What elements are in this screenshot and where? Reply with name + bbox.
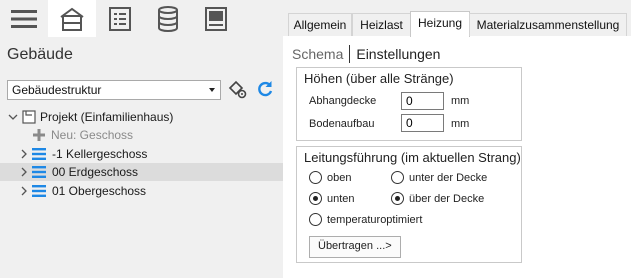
floor-icon bbox=[32, 185, 46, 197]
building-view-button[interactable] bbox=[48, 0, 96, 37]
bodenaufbau-input[interactable] bbox=[401, 114, 444, 132]
project-icon bbox=[22, 110, 36, 124]
building-icon bbox=[60, 7, 84, 31]
tree-floor-row[interactable]: 01 Obergeschoss bbox=[0, 182, 283, 200]
report-icon bbox=[205, 6, 227, 31]
floor-icon bbox=[32, 166, 46, 178]
panel-title: Gebäude bbox=[7, 46, 73, 63]
refresh-icon[interactable] bbox=[256, 79, 274, 99]
radio-ueber-der-decke[interactable]: über der Decke bbox=[391, 192, 484, 205]
tree-root-label: Projekt (Einfamilienhaus) bbox=[40, 110, 174, 124]
radio-temperaturoptimiert[interactable]: temperaturoptimiert bbox=[309, 213, 422, 226]
subtab-einstellungen[interactable]: Einstellungen bbox=[356, 46, 440, 62]
list-view-button[interactable] bbox=[96, 0, 144, 37]
chevron-right-icon[interactable] bbox=[19, 186, 29, 196]
main-toolbar bbox=[0, 0, 283, 37]
list-icon bbox=[109, 6, 131, 31]
heights-group-title: Höhen (über alle Stränge) bbox=[304, 71, 454, 86]
tree-floor-label: 00 Erdgeschoss bbox=[52, 165, 139, 179]
report-view-button[interactable] bbox=[192, 0, 240, 37]
tab-materialzusammenstellung[interactable]: Materialzusammenstellung bbox=[469, 13, 627, 36]
structure-select[interactable]: Gebäudestruktur bbox=[7, 80, 221, 100]
radio-unter-der-decke[interactable]: unter der Decke bbox=[391, 171, 487, 184]
structure-select-value: Gebäudestruktur bbox=[12, 83, 102, 97]
radio-ueber-der-decke-label: über der Decke bbox=[409, 192, 485, 205]
routing-group: Leitungsführung (im aktuellen Strang) ob… bbox=[296, 146, 522, 263]
subtab-schema[interactable]: Schema bbox=[292, 46, 343, 62]
radio-oben[interactable]: oben bbox=[309, 171, 351, 184]
menu-button[interactable] bbox=[0, 0, 48, 37]
abhangdecke-label: Abhangdecke bbox=[309, 95, 377, 107]
bodenaufbau-unit: mm bbox=[451, 118, 470, 130]
tree-floor-row[interactable]: -1 Kellergeschoss bbox=[0, 145, 283, 163]
subtab-divider bbox=[349, 45, 351, 63]
properties-panel: Allgemein Heizlast Heizung Materialzusam… bbox=[283, 0, 631, 278]
radio-circle[interactable] bbox=[309, 213, 322, 226]
tab-allgemein[interactable]: Allgemein bbox=[288, 13, 352, 36]
radio-circle[interactable] bbox=[391, 171, 404, 184]
floor-icon bbox=[32, 148, 46, 160]
app-window: Gebäude Gebäudestruktur Projekt (Einfami… bbox=[0, 0, 631, 278]
radio-temperaturoptimiert-label: temperaturoptimiert bbox=[327, 213, 423, 226]
tree-floor-label: -1 Kellergeschoss bbox=[52, 147, 148, 161]
radio-circle-checked[interactable] bbox=[309, 192, 322, 205]
database-icon bbox=[158, 5, 178, 32]
abhangdecke-input[interactable] bbox=[401, 92, 444, 110]
tab-heizlast[interactable]: Heizlast bbox=[352, 13, 411, 36]
chevron-down-icon[interactable] bbox=[8, 112, 18, 122]
routing-group-title: Leitungsführung (im aktuellen Strang) bbox=[304, 150, 521, 165]
filter-settings-icon[interactable] bbox=[227, 79, 247, 99]
plus-icon bbox=[33, 129, 45, 141]
tree-floor-label: 01 Obergeschoss bbox=[52, 184, 147, 198]
tree-new-floor-label: Neu: Geschoss bbox=[51, 128, 134, 142]
subtab-bar: Schema Einstellungen bbox=[292, 45, 440, 63]
chevron-right-icon[interactable] bbox=[19, 149, 29, 159]
radio-circle-checked[interactable] bbox=[391, 192, 404, 205]
heights-group: Höhen (über alle Stränge) Abhangdecke mm… bbox=[296, 67, 522, 141]
abhangdecke-unit: mm bbox=[451, 95, 470, 107]
radio-unter-der-decke-label: unter der Decke bbox=[409, 171, 488, 184]
menu-icon bbox=[11, 9, 37, 28]
database-view-button[interactable] bbox=[144, 0, 192, 37]
tab-heizung[interactable]: Heizung bbox=[410, 11, 470, 37]
apply-button[interactable]: Übertragen ...> bbox=[309, 236, 401, 258]
radio-unten-label: unten bbox=[327, 192, 355, 205]
bodenaufbau-label: Bodenaufbau bbox=[309, 118, 375, 130]
tree-floor-row-selected[interactable]: 00 Erdgeschoss bbox=[0, 163, 283, 181]
radio-oben-label: oben bbox=[327, 171, 352, 184]
tree-new-floor-row[interactable]: Neu: Geschoss bbox=[0, 126, 283, 144]
tree-root-row[interactable]: Projekt (Einfamilienhaus) bbox=[0, 108, 283, 126]
tab-bar: Allgemein Heizlast Heizung Materialzusam… bbox=[283, 0, 631, 37]
chevron-down-icon bbox=[209, 88, 215, 92]
building-panel: Gebäude Gebäudestruktur Projekt (Einfami… bbox=[0, 0, 283, 278]
radio-circle[interactable] bbox=[309, 171, 322, 184]
chevron-right-icon[interactable] bbox=[19, 167, 29, 177]
radio-unten[interactable]: unten bbox=[309, 192, 355, 205]
